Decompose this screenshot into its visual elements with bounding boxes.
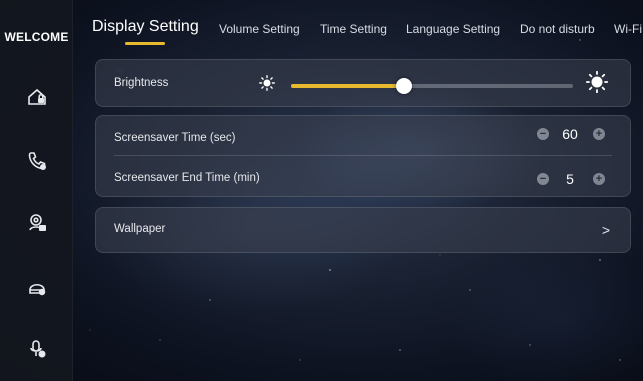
active-tab-indicator xyxy=(125,42,165,45)
phone-icon[interactable] xyxy=(26,150,48,172)
brightness-slider-knob[interactable] xyxy=(395,78,412,94)
sun-large-icon[interactable] xyxy=(585,70,609,98)
screensaver-time-value: 60 xyxy=(562,126,578,142)
home-lock-icon[interactable] xyxy=(26,86,48,108)
sun-small-icon[interactable] xyxy=(259,75,275,96)
tab-time-setting[interactable]: Time Setting xyxy=(320,22,387,36)
brightness-slider-fill xyxy=(291,84,404,88)
screensaver-time-label: Screensaver Time (sec) xyxy=(114,132,236,144)
screensaver-panel: Screensaver Time (sec) − 60 + Screensave… xyxy=(95,115,631,197)
screensaver-end-label: Screensaver End Time (min) xyxy=(114,172,260,184)
speaker-icon[interactable] xyxy=(26,276,48,298)
chevron-right-icon: > xyxy=(601,222,610,238)
wallpaper-label: Wallpaper xyxy=(114,223,166,235)
screensaver-end-decrement-button[interactable]: − xyxy=(537,173,549,185)
brightness-panel: Brightness xyxy=(95,59,631,107)
screensaver-end-increment-button[interactable]: + xyxy=(593,173,605,185)
sidebar: WELCOME xyxy=(0,0,73,381)
wallpaper-row[interactable]: Wallpaper > xyxy=(95,207,631,253)
screensaver-end-value: 5 xyxy=(566,171,574,187)
mic-icon[interactable] xyxy=(26,338,48,360)
screensaver-time-increment-button[interactable]: + xyxy=(593,128,605,140)
sidebar-title: WELCOME xyxy=(4,30,69,44)
tab-display-setting[interactable]: Display Setting xyxy=(92,18,199,36)
tab-do-not-disturb[interactable]: Do not disturb xyxy=(520,22,595,36)
row-divider xyxy=(114,155,612,156)
screensaver-time-decrement-button[interactable]: − xyxy=(537,128,549,140)
tab-volume-setting[interactable]: Volume Setting xyxy=(219,22,300,36)
tab-wifi[interactable]: Wi-Fi xyxy=(614,22,642,36)
camera-user-icon[interactable] xyxy=(26,212,48,234)
brightness-slider[interactable] xyxy=(291,78,573,94)
tab-language-setting[interactable]: Language Setting xyxy=(406,22,500,36)
brightness-label: Brightness xyxy=(114,77,169,89)
